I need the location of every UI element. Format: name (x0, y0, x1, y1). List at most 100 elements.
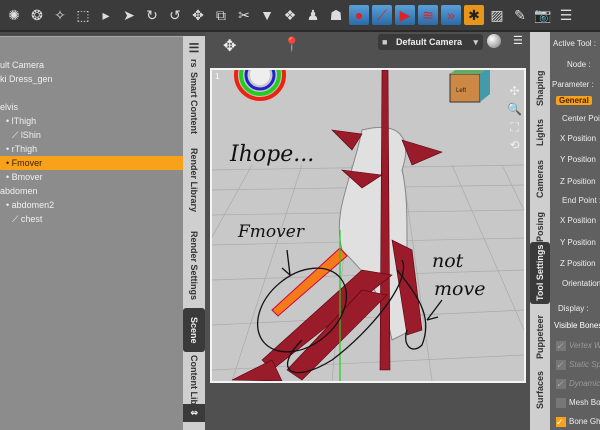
joint-editor-active-icon[interactable]: ✱ (464, 5, 484, 25)
scroll-arrows-icon[interactable]: ⇕ (183, 404, 205, 422)
arrow-icon[interactable]: ▶ (395, 5, 415, 25)
right-tab-strip: Shaping Lights Cameras Posing Tool Settings P… (530, 32, 550, 430)
checkbox[interactable]: ✓ (556, 341, 566, 351)
checkbox-row[interactable]: Mesh Bo (556, 398, 600, 408)
scene-item[interactable]: ⟋ lShin (0, 128, 183, 142)
list-icon[interactable]: ☰ (556, 5, 576, 25)
scene-item[interactable]: abdomen (0, 184, 183, 198)
joint-editor-icon[interactable]: ✂ (234, 5, 254, 25)
tab-render-library[interactable]: Render Library (183, 144, 205, 216)
annotation-text: not (432, 250, 464, 272)
lines-icon[interactable]: ⟋ (372, 5, 392, 25)
scene-item[interactable]: • rThigh (0, 142, 183, 156)
nav-controls: ✣ 🔍 ⛶ ⟲ (507, 82, 522, 154)
scene-panel: ult Camera ki Dress_gen elvis • lThigh ⟋ lSh… (0, 36, 183, 430)
scene-item-label: abdomen2 (11, 200, 55, 210)
bone-icon: ⟋ (12, 130, 21, 140)
checkbox-row[interactable]: ✓ Bone Gh (556, 417, 600, 427)
scene-item-label: lShin (20, 130, 41, 140)
tab-cameras[interactable]: Cameras (530, 150, 550, 208)
checkbox-label: Mesh Bo (569, 398, 600, 408)
scene-item-label: lThigh (11, 116, 37, 126)
chevron-icon[interactable]: » (441, 5, 461, 25)
checkbox[interactable] (556, 398, 566, 408)
tab-partial[interactable]: rs (183, 56, 205, 70)
scene-item[interactable]: • Fmover (0, 156, 183, 170)
rotate-universal-icon[interactable]: ↻ (142, 5, 162, 25)
figure-icon[interactable]: ♟ (303, 5, 323, 25)
scene-item-label: chest (20, 214, 43, 224)
scene-item-label: ult Camera (0, 60, 45, 70)
reset-icon[interactable]: ⟲ (507, 136, 522, 154)
tab-render-settings[interactable]: Render Settings (183, 226, 205, 306)
scene-item[interactable]: • lThigh (0, 114, 183, 128)
render-red-icon[interactable]: ● (349, 5, 369, 25)
checkbox-row[interactable]: ✓ Static Sp (556, 360, 600, 370)
camera-icon: ■ (382, 37, 388, 47)
x-position-label: X Position (560, 216, 597, 225)
more-icon[interactable]: ▸ (96, 5, 116, 25)
scene-item[interactable]: ki Dress_gen (0, 72, 183, 86)
rotate-icon[interactable]: ↺ (165, 5, 185, 25)
tab-shaping[interactable]: Shaping (530, 60, 550, 116)
frame-icon[interactable]: ⛶ (507, 118, 522, 136)
tab-puppeteer[interactable]: Puppeteer (530, 308, 550, 366)
checkbox-row[interactable]: ✓ Vertex W (556, 341, 600, 351)
tab-surfaces[interactable]: Surfaces (530, 360, 550, 420)
scene-item-label: abdomen (0, 186, 38, 196)
tool-settings-panel: Active Tool : Node : Parameter : General… (550, 32, 600, 430)
viewport-canvas[interactable]: 1 Left Ihope... Fmover not move ✣ 🔍 ⛶ ⟲ (131, 49, 526, 383)
scene-item[interactable] (0, 86, 183, 100)
checkbox[interactable]: ✓ (556, 417, 566, 427)
hatch-icon[interactable]: ▨ (487, 5, 507, 25)
select-icon[interactable]: ➤ (119, 5, 139, 25)
edit-icon[interactable]: ✎ (510, 5, 530, 25)
scene-item[interactable]: • abdomen2 (0, 198, 183, 212)
scene-item[interactable]: elvis (0, 100, 183, 114)
main-toolbar: ✺ ❂ ✧ ⬚ ▸ ➤ ↻ ↺ ✥ ⧉ ✂ ▼ ❖ ♟ ☗ ● ⟋ ▶ ≋» ✱ ▨ ✎ 📷 ☰ (0, 0, 600, 32)
chevron-down-icon: ▾ (473, 37, 478, 47)
camera-dropdown[interactable]: ■ Default Camera ▾ (378, 34, 483, 50)
checkbox-row[interactable]: ✓ Dynamic (556, 379, 600, 389)
scale-icon[interactable]: ⧉ (211, 5, 231, 25)
geometry-icon[interactable]: ▼ (257, 5, 277, 25)
tab-tool-settings[interactable]: Tool Settings (530, 242, 550, 304)
end-point-label: End Point : (562, 196, 600, 205)
scene-item[interactable]: • Bmover (0, 170, 183, 184)
parameter-label: Parameter : (552, 80, 594, 89)
add-prop-icon[interactable]: ⬚ (73, 5, 93, 25)
scene-item[interactable]: ult Camera (0, 58, 183, 72)
render-icon[interactable]: ✺ (4, 5, 24, 25)
z-position-label: Z Position (560, 177, 596, 186)
new-light-icon[interactable]: ✧ (50, 5, 70, 25)
scene-item-label: ki Dress_gen (0, 74, 53, 84)
camera-name: Default Camera (396, 37, 463, 47)
orbit-icon[interactable]: ✣ (507, 82, 522, 100)
zoom-icon[interactable]: 🔍 (507, 100, 522, 118)
checkbox[interactable]: ✓ (556, 379, 566, 389)
tab-smart-content[interactable]: Smart Content (183, 72, 205, 134)
shading-sphere-icon[interactable] (487, 34, 501, 48)
checkbox[interactable]: ✓ (556, 360, 566, 370)
render-settings-icon[interactable]: ☗ (326, 5, 346, 25)
scene-item[interactable]: ⟋ chest (0, 212, 183, 226)
tab-general[interactable]: General (556, 96, 592, 105)
zigzag-icon[interactable]: ≋ (418, 5, 438, 25)
corner-label: 1 (215, 72, 220, 81)
translate-icon[interactable]: ✥ (188, 5, 208, 25)
tab-scene[interactable]: Scene (183, 308, 205, 352)
orientation-label: Orientation (562, 279, 600, 288)
panel-menu-icon[interactable]: ☰ (183, 40, 205, 56)
viewport-menu-icon[interactable]: ☰ (513, 34, 523, 47)
checkbox-label: Vertex W (569, 341, 600, 351)
new-figure-icon[interactable]: ❂ (27, 5, 47, 25)
left-tab-strip: ☰ rs Smart Content Render Library Render S… (183, 36, 205, 430)
x-position-label: X Position (560, 134, 597, 143)
display-label: Display : (558, 304, 589, 313)
figure-select-icon[interactable]: ✥ (223, 36, 236, 56)
y-position-label: Y Position (560, 238, 596, 247)
view-cube[interactable]: Left (456, 88, 466, 94)
morph-icon[interactable]: ❖ (280, 5, 300, 25)
camera-icon[interactable]: 📷 (533, 5, 553, 25)
pin-icon[interactable]: 📍 (283, 36, 300, 53)
